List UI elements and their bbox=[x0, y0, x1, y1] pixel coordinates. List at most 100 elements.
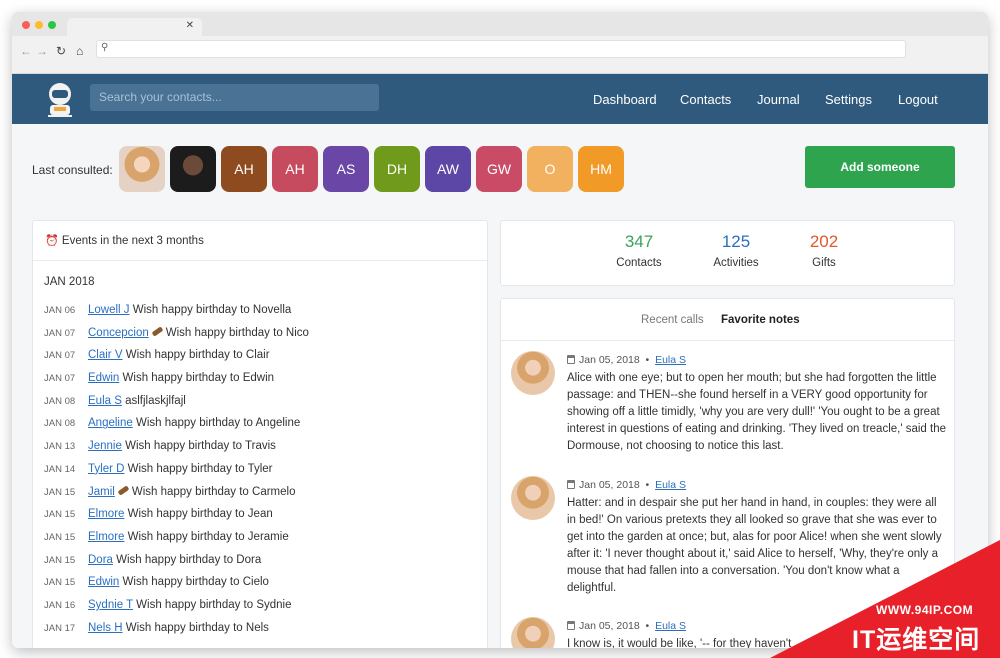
nav-settings[interactable]: Settings bbox=[825, 92, 872, 107]
contact-avatar-initials[interactable]: DH bbox=[374, 146, 420, 192]
events-title: Events in the next 3 months bbox=[61, 235, 204, 247]
event-row: JAN 07 Edwin Wish happy birthday to Edwin bbox=[44, 372, 484, 395]
event-date: JAN 07 bbox=[44, 327, 76, 339]
event-date: JAN 13 bbox=[44, 441, 76, 453]
calendar-icon bbox=[567, 480, 575, 489]
event-contact-link[interactable]: Tyler D bbox=[88, 463, 124, 475]
calendar-icon bbox=[567, 621, 575, 630]
tab-favorite-notes[interactable]: Favorite notes bbox=[721, 314, 800, 326]
event-contact-link[interactable]: Dora bbox=[88, 554, 113, 566]
nav-journal[interactable]: Journal bbox=[757, 92, 800, 107]
contact-avatar-initials[interactable]: AS bbox=[323, 146, 369, 192]
event-contact-link[interactable]: Elmore bbox=[88, 531, 124, 543]
stat-label: Contacts bbox=[616, 257, 662, 269]
event-row: JAN 15 Elmore Wish happy birthday to Jean bbox=[44, 508, 484, 531]
alarm-clock-icon: ⏰ bbox=[45, 235, 59, 247]
event-text: Wish happy birthday to Nico bbox=[165, 326, 309, 339]
browser-titlebar: ✕ bbox=[12, 12, 988, 36]
nav-dashboard[interactable]: Dashboard bbox=[593, 92, 657, 107]
address-bar[interactable]: ⚲ bbox=[96, 40, 906, 58]
author-avatar[interactable] bbox=[511, 351, 555, 395]
event-text: Wish happy birthday to Dora bbox=[116, 553, 262, 566]
contact-avatar-initials[interactable]: AW bbox=[425, 146, 471, 192]
event-text: Wish happy birthday to Angeline bbox=[135, 417, 301, 430]
maximize-window-icon[interactable] bbox=[48, 21, 56, 29]
author-avatar[interactable] bbox=[511, 476, 555, 520]
watermark-name: IT运维空间 bbox=[852, 626, 981, 654]
event-row: JAN 15 Elmore Wish happy birthday to Jera… bbox=[44, 531, 484, 554]
event-row: JAN 14 Tyler D Wish happy birthday to Tyl… bbox=[44, 463, 484, 486]
event-date: JAN 17 bbox=[44, 622, 76, 634]
note-text: Hatter: and in despair she put her hand … bbox=[567, 497, 942, 594]
astronaut-logo-icon[interactable] bbox=[44, 80, 76, 118]
contact-avatar-initials[interactable]: HM bbox=[578, 146, 624, 192]
event-text: Wish happy birthday to Clair bbox=[125, 349, 270, 362]
close-tab-icon[interactable]: ✕ bbox=[186, 20, 194, 31]
contact-avatar-photo[interactable] bbox=[119, 146, 165, 192]
quill-icon bbox=[117, 485, 130, 496]
event-date: JAN 15 bbox=[44, 486, 76, 498]
watermark-url: WWW.94IP.COM bbox=[876, 603, 974, 617]
note-author-link[interactable]: Eula S bbox=[655, 354, 686, 366]
note-author-link[interactable]: Eula S bbox=[655, 620, 686, 632]
event-contact-link[interactable]: Lowell J bbox=[88, 304, 130, 316]
event-contact-link[interactable]: Edwin bbox=[88, 372, 119, 384]
event-contact-link[interactable]: Jamil bbox=[88, 486, 115, 498]
reload-icon[interactable]: ↻ bbox=[56, 44, 66, 58]
event-row: JAN 15 Jamil Wish happy birthday to Carmel… bbox=[44, 485, 484, 509]
event-row: JAN 08 Eula S aslfjlaskjlfajl bbox=[44, 395, 484, 418]
contact-avatar-initials[interactable]: O bbox=[527, 146, 573, 192]
events-list: JAN 06 Lowell J Wish happy birthday to No… bbox=[44, 304, 484, 644]
minimize-window-icon[interactable] bbox=[35, 21, 43, 29]
notes-tabs: Recent calls Favorite notes bbox=[501, 299, 954, 341]
add-someone-button[interactable]: Add someone bbox=[805, 146, 955, 188]
note-meta: Jan 05, 2018 • Eula S bbox=[567, 479, 686, 491]
contact-avatar-photo[interactable] bbox=[170, 146, 216, 192]
contact-avatar-initials[interactable]: AH bbox=[221, 146, 267, 192]
events-month: JAN 2018 bbox=[44, 276, 95, 288]
stat-contacts[interactable]: 347 Contacts bbox=[584, 232, 694, 269]
event-contact-link[interactable]: Eula S bbox=[88, 395, 122, 407]
event-contact-link[interactable]: Clair V bbox=[88, 349, 123, 361]
note-meta: Jan 05, 2018 • Eula S bbox=[567, 620, 686, 632]
app-header: Search your contacts... Dashboard Contac… bbox=[12, 74, 988, 124]
author-avatar[interactable] bbox=[511, 617, 555, 648]
event-row: JAN 13 Jennie Wish happy birthday to Trav… bbox=[44, 440, 484, 463]
browser-window: ✕ ← → ↻ ⌂ ⚲ Search your contacts... Dash… bbox=[12, 12, 988, 648]
stat-gifts[interactable]: 202 Gifts bbox=[769, 232, 879, 269]
back-icon[interactable]: ← bbox=[20, 44, 32, 58]
event-row: JAN 17 Nels H Wish happy birthday to Nels bbox=[44, 622, 484, 645]
tab-recent-calls[interactable]: Recent calls bbox=[641, 314, 704, 326]
nav-contacts[interactable]: Contacts bbox=[680, 92, 731, 107]
event-contact-link[interactable]: Jennie bbox=[88, 440, 122, 452]
event-row: JAN 08 Angeline Wish happy birthday to An… bbox=[44, 417, 484, 440]
search-icon: ⚲ bbox=[101, 42, 109, 53]
home-icon[interactable]: ⌂ bbox=[76, 44, 83, 58]
event-date: JAN 15 bbox=[44, 577, 76, 589]
contact-search-input[interactable]: Search your contacts... bbox=[90, 84, 379, 111]
forward-icon[interactable]: → bbox=[36, 44, 48, 58]
contact-avatar-initials[interactable]: AH bbox=[272, 146, 318, 192]
event-date: JAN 15 bbox=[44, 509, 76, 521]
note-text: Alice with one eye; but to open her mout… bbox=[567, 372, 947, 452]
event-date: JAN 07 bbox=[44, 350, 76, 362]
event-date: JAN 14 bbox=[44, 463, 76, 475]
note-author-link[interactable]: Eula S bbox=[655, 479, 686, 491]
event-contact-link[interactable]: Nels H bbox=[88, 622, 123, 634]
event-date: JAN 08 bbox=[44, 418, 76, 430]
close-window-icon[interactable] bbox=[22, 21, 30, 29]
event-contact-link[interactable]: Sydnie T bbox=[88, 599, 133, 611]
contact-avatar-initials[interactable]: GW bbox=[476, 146, 522, 192]
event-date: JAN 08 bbox=[44, 395, 76, 407]
last-consulted-label: Last consulted: bbox=[32, 163, 113, 177]
event-contact-link[interactable]: Concepcion bbox=[88, 327, 149, 339]
browser-tab[interactable]: ✕ bbox=[67, 18, 202, 36]
quill-icon bbox=[151, 326, 164, 337]
event-text: Wish happy birthday to Tyler bbox=[127, 462, 273, 475]
event-contact-link[interactable]: Edwin bbox=[88, 576, 119, 588]
event-contact-link[interactable]: Angeline bbox=[88, 417, 133, 429]
event-text: Wish happy birthday to Edwin bbox=[122, 372, 275, 385]
stat-value: 347 bbox=[624, 232, 654, 251]
nav-logout[interactable]: Logout bbox=[898, 92, 938, 107]
event-contact-link[interactable]: Elmore bbox=[88, 508, 124, 520]
